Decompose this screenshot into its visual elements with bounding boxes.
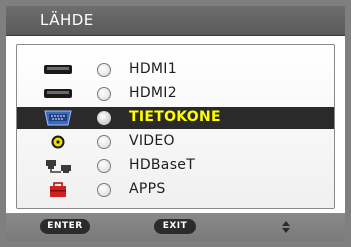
- source-label: APPS: [129, 181, 166, 197]
- source-item-video[interactable]: VIDEO: [17, 131, 334, 153]
- radio-apps[interactable]: [97, 183, 111, 197]
- source-item-tietokone[interactable]: TIETOKONE: [17, 107, 334, 129]
- radio-hdmi2[interactable]: [97, 87, 111, 101]
- menu-title: LÄHDE: [40, 11, 94, 29]
- radio-hdmi1[interactable]: [97, 63, 111, 77]
- source-list: HDMI1 HDMI2 TIETOKONE VIDEO HDBaseT APPS: [16, 44, 335, 209]
- hdmi-port-icon: [44, 89, 72, 98]
- up-down-arrows-icon: [282, 221, 290, 233]
- source-item-hdmi1[interactable]: HDMI1: [17, 59, 334, 81]
- source-item-hdmi2[interactable]: HDMI2: [17, 83, 334, 105]
- footer-bar: ENTER EXIT: [6, 213, 345, 241]
- source-item-hdbaset[interactable]: HDBaseT: [17, 155, 334, 177]
- radio-tietokone[interactable]: [97, 111, 111, 125]
- title-bar: LÄHDE: [6, 6, 345, 36]
- apps-toolbox-icon: [50, 182, 66, 197]
- source-label: HDBaseT: [129, 157, 196, 173]
- radio-hdbaset[interactable]: [97, 159, 111, 173]
- hdbaset-icon: [46, 160, 71, 173]
- exit-button[interactable]: EXIT: [154, 219, 196, 234]
- source-label: HDMI1: [129, 61, 177, 77]
- radio-video[interactable]: [97, 135, 111, 149]
- video-port-icon: [51, 135, 65, 149]
- source-label: VIDEO: [129, 133, 175, 149]
- source-label: HDMI2: [129, 85, 177, 101]
- source-menu-window: LÄHDE HDMI1 HDMI2 TIETOKONE VIDEO HDBase…: [0, 0, 351, 247]
- hdmi-port-icon: [44, 65, 72, 74]
- vga-port-icon: [44, 110, 72, 126]
- source-label: TIETOKONE: [129, 109, 221, 125]
- enter-button[interactable]: ENTER: [40, 219, 90, 234]
- source-item-apps[interactable]: APPS: [17, 179, 334, 201]
